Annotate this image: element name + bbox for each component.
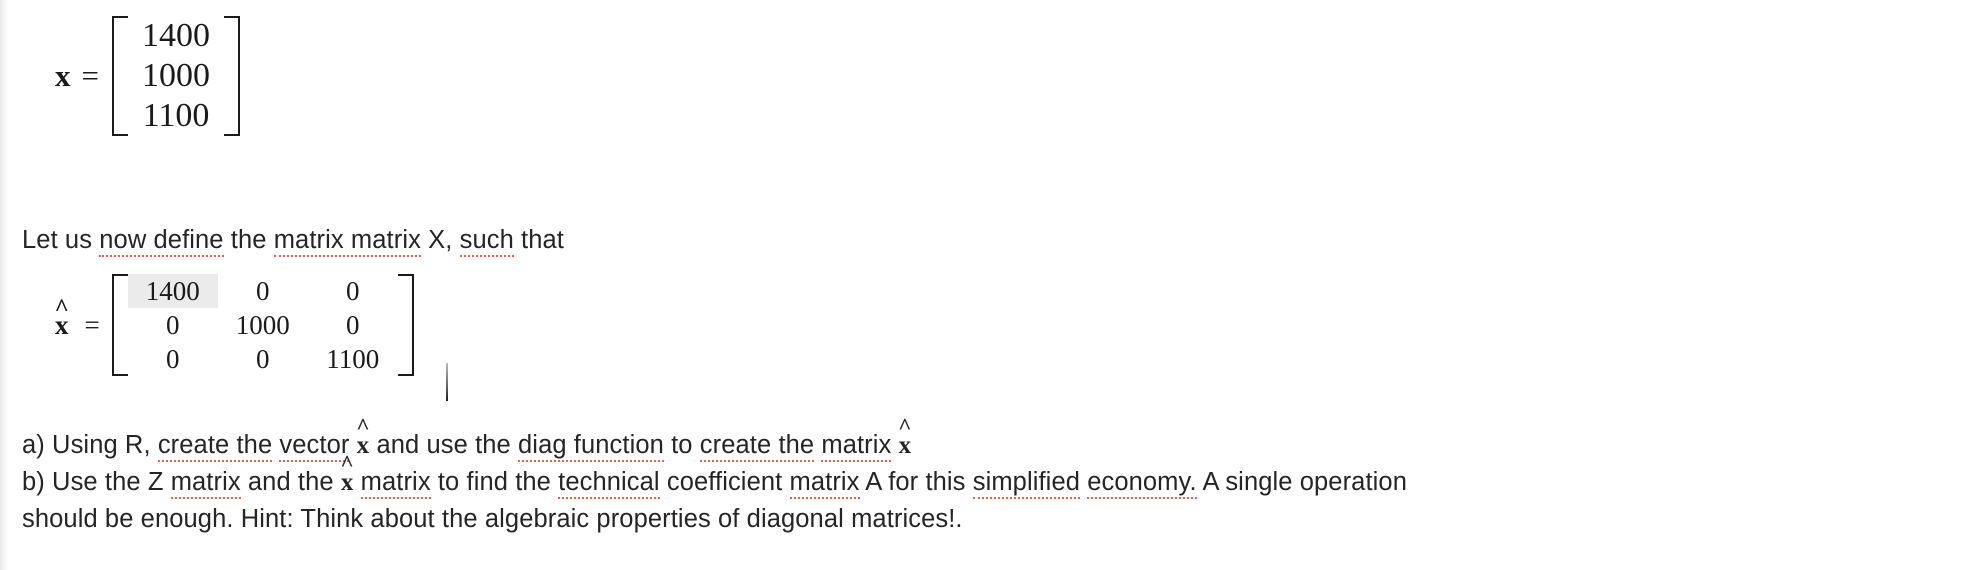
right-bracket xyxy=(397,274,414,376)
matrix-cell: 0 xyxy=(255,276,270,306)
diagonal-matrix: 1400 0 0 0 1000 0 0 0 1100 xyxy=(111,272,414,378)
matrix-cell: 0 xyxy=(165,310,180,340)
text-segment: to find the xyxy=(430,468,559,496)
misspelled-text: simplified xyxy=(972,468,1081,499)
matrix-cell: 1000 xyxy=(235,310,290,340)
vector-equals-sign: = xyxy=(81,58,100,93)
vector-matrix-body: 1400 1000 1100 xyxy=(128,16,224,136)
matrix-cell: 1100 xyxy=(142,97,210,134)
text-segment: a) Using R, xyxy=(22,431,158,459)
matrix-cell: 1400 xyxy=(141,17,210,54)
misspelled-text: matrix matrix xyxy=(273,226,421,257)
misspelled-text: technical xyxy=(558,468,660,499)
x-hat-symbol: ^ x xyxy=(55,296,70,341)
vector-equation[interactable]: x = 1400 1000 1100 xyxy=(55,12,240,140)
question-b-line-1[interactable]: b) Use the Z matrix and the ^ x matrix to… xyxy=(22,452,1407,501)
misspelled-text: matrix xyxy=(170,468,241,499)
matrix-cell: 0 xyxy=(255,344,270,374)
text-segment: coefficient xyxy=(659,468,790,496)
text-cursor-caret[interactable] xyxy=(446,363,448,401)
misspelled-text: now define xyxy=(99,226,224,257)
matrix-cell-highlighted: 1400 xyxy=(127,274,218,308)
matrix-row: 0 0 1100 xyxy=(128,342,398,376)
misspelled-text: matrix xyxy=(821,431,892,462)
misspelled-text: matrix xyxy=(789,468,860,499)
misspelled-text: create the xyxy=(157,431,273,462)
matrix-cell: 0 xyxy=(345,276,360,306)
text-segment: and use the xyxy=(369,431,519,459)
text-segment: b) Use the Z xyxy=(22,468,171,496)
misspelled-text: diag function xyxy=(518,431,664,462)
matrix-cell: 0 xyxy=(165,344,180,374)
matrix-cell: 1100 xyxy=(326,344,380,374)
left-bracket xyxy=(111,274,128,376)
hat-accent-icon: ^ xyxy=(356,414,370,440)
vector-label: x xyxy=(55,58,72,93)
misspelled-text: matrix xyxy=(360,468,431,499)
text-segment: the xyxy=(223,226,274,254)
diagonal-matrix-body: 1400 0 0 0 1000 0 0 0 1100 xyxy=(127,274,398,376)
inline-x-hat-symbol: ^ x xyxy=(356,415,369,459)
misspelled-text: create the xyxy=(699,431,815,462)
text-segment: should be enough. Hint: Think about the … xyxy=(22,505,963,533)
hat-accent-icon: ^ xyxy=(54,294,70,322)
matrix-cell: 1000 xyxy=(141,57,210,94)
diagonal-matrix-label: ^ x xyxy=(55,296,70,341)
inline-x-hat-symbol: ^ x xyxy=(898,415,911,459)
text-segment: and the xyxy=(240,468,341,496)
question-a-line[interactable]: a) Using R, create the vector ^ x and use… xyxy=(22,415,912,464)
paragraph-define-matrix[interactable]: Let us now define the matrix matrix X, s… xyxy=(22,222,564,259)
text-segment: that xyxy=(513,226,564,254)
document-canvas[interactable]: x = 1400 1000 1100 Let us now define the… xyxy=(0,0,1970,570)
vector-matrix: 1400 1000 1100 xyxy=(111,12,240,140)
matrix-cell: 0 xyxy=(345,310,360,340)
diagonal-equals-sign: = xyxy=(84,309,101,340)
right-bracket xyxy=(223,16,240,136)
text-segment: A for this xyxy=(859,468,973,496)
misspelled-text: economy. xyxy=(1087,468,1197,499)
hat-accent-icon: ^ xyxy=(340,451,354,477)
misspelled-text: vector xyxy=(279,431,350,462)
left-bracket xyxy=(111,16,128,136)
matrix-row: 1400 xyxy=(128,16,224,56)
matrix-row: 1100 xyxy=(128,96,224,136)
text-segment: A single operation xyxy=(1196,468,1407,496)
text-segment xyxy=(353,468,360,496)
inline-x-hat-symbol: ^ x xyxy=(340,452,353,496)
matrix-row: 1400 0 0 xyxy=(127,274,398,308)
matrix-row: 0 1000 0 xyxy=(128,308,398,342)
diagonal-matrix-equation[interactable]: ^ x = 1400 0 0 0 1000 0 0 0 1100 xyxy=(55,272,414,378)
question-b-line-2[interactable]: should be enough. Hint: Think about the … xyxy=(22,501,963,538)
text-segment: to xyxy=(663,431,700,459)
text-segment: X, xyxy=(420,226,460,254)
misspelled-text: such xyxy=(459,226,514,257)
hat-accent-icon: ^ xyxy=(898,414,912,440)
matrix-row: 1000 xyxy=(128,56,224,96)
text-segment: Let us xyxy=(22,226,100,254)
